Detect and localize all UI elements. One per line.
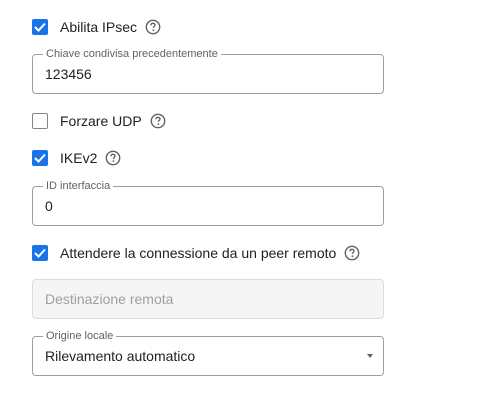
force-udp-row: Forzare UDP	[32, 113, 166, 129]
help-icon[interactable]	[344, 245, 360, 261]
force-udp-checkbox[interactable]	[32, 113, 48, 129]
remote-destination-placeholder: Destinazione remota	[45, 291, 174, 307]
enable-ipsec-checkbox[interactable]	[32, 19, 48, 35]
help-icon[interactable]	[150, 113, 166, 129]
psk-field[interactable]: Chiave condivisa precedentemente 123456	[32, 47, 384, 94]
local-origin-select[interactable]: Origine locale Rilevamento automatico	[32, 329, 384, 376]
ikev2-checkbox[interactable]	[32, 150, 48, 166]
enable-ipsec-label: Abilita IPsec	[60, 19, 138, 35]
help-icon[interactable]	[105, 150, 121, 166]
wait-peer-checkbox[interactable]	[32, 245, 48, 261]
help-icon[interactable]	[145, 19, 161, 35]
checkmark-icon	[34, 248, 46, 258]
interface-id-label: ID interfaccia	[43, 179, 114, 193]
local-origin-value: Rilevamento automatico	[45, 348, 196, 364]
interface-id-field[interactable]: ID interfaccia 0	[32, 179, 384, 226]
checkmark-icon	[34, 22, 46, 32]
psk-value: 123456	[45, 66, 92, 82]
ikev2-row: IKEv2	[32, 150, 121, 166]
dropdown-caret-icon[interactable]	[367, 354, 373, 358]
enable-ipsec-row: Abilita IPsec	[32, 19, 161, 35]
wait-peer-row: Attendere la connessione da un peer remo…	[32, 245, 360, 261]
checkmark-icon	[34, 153, 46, 163]
ikev2-label: IKEv2	[60, 150, 98, 166]
interface-id-value: 0	[45, 198, 53, 214]
remote-destination-field: Destinazione remota	[32, 279, 384, 319]
force-udp-label: Forzare UDP	[60, 113, 142, 129]
wait-peer-label: Attendere la connessione da un peer remo…	[60, 245, 337, 261]
